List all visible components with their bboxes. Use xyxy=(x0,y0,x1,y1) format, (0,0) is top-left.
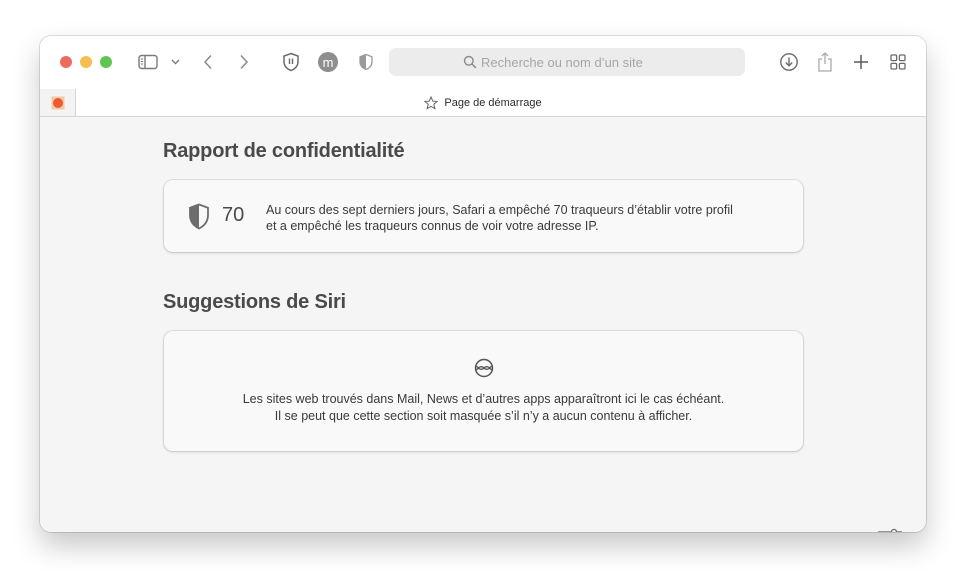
zoom-window-button[interactable] xyxy=(100,56,112,68)
share-icon[interactable] xyxy=(815,50,835,74)
siri-suggestions-card: Les sites web trouvés dans Mail, News et… xyxy=(164,331,803,451)
avatar-letter: m xyxy=(322,54,334,70)
address-bar[interactable] xyxy=(389,48,745,76)
siri-message-line-2: Il se peut que cette section soit masqué… xyxy=(274,409,693,423)
minimize-window-button[interactable] xyxy=(80,56,92,68)
siri-message-line-1: Les sites web trouvés dans Mail, News et… xyxy=(242,392,725,406)
privacy-summary-line-2: et a empêché les traqueurs connus de voi… xyxy=(266,219,599,233)
siri-suggestions-message: Les sites web trouvés dans Mail, News et… xyxy=(164,391,803,425)
new-tab-plus-icon[interactable] xyxy=(851,52,871,72)
siri-suggestions-icon xyxy=(473,357,495,379)
privacy-shield-icon xyxy=(188,203,210,230)
star-icon xyxy=(424,95,439,110)
chevron-down-icon[interactable] xyxy=(170,56,180,68)
downloads-icon[interactable] xyxy=(778,51,800,73)
chevron-left-icon[interactable] xyxy=(200,52,216,72)
privacy-summary: Au cours des sept derniers jours, Safari… xyxy=(266,202,796,234)
tab-overview-icon[interactable] xyxy=(888,52,908,72)
privacy-shield-icon[interactable] xyxy=(357,52,375,72)
chevron-right-icon[interactable] xyxy=(236,52,252,72)
close-window-button[interactable] xyxy=(60,56,72,68)
search-icon xyxy=(463,55,477,69)
active-tab[interactable]: Page de démarrage xyxy=(40,89,926,116)
extension-shield-icon[interactable] xyxy=(281,51,301,73)
siri-suggestions-heading: Suggestions de Siri xyxy=(163,291,346,313)
customize-start-page-icon[interactable] xyxy=(876,527,904,532)
start-page: Rapport de confidentialité 70 Au cours d… xyxy=(40,117,926,532)
privacy-report-card[interactable]: 70 Au cours des sept derniers jours, Saf… xyxy=(164,180,803,252)
privacy-summary-line-1: Au cours des sept derniers jours, Safari… xyxy=(266,203,733,217)
tab-bar: Page de démarrage xyxy=(40,89,926,117)
tracker-count: 70 xyxy=(222,204,245,226)
tab-title: Page de démarrage xyxy=(444,96,542,109)
extension-m-avatar[interactable]: m xyxy=(318,52,338,72)
toolbar: m xyxy=(40,36,926,89)
privacy-report-heading: Rapport de confidentialité xyxy=(163,140,405,162)
safari-window: m Recherche ou nom d’un site Page de dém… xyxy=(40,36,926,532)
search-input[interactable] xyxy=(481,54,671,70)
sidebar-icon[interactable] xyxy=(137,52,159,72)
